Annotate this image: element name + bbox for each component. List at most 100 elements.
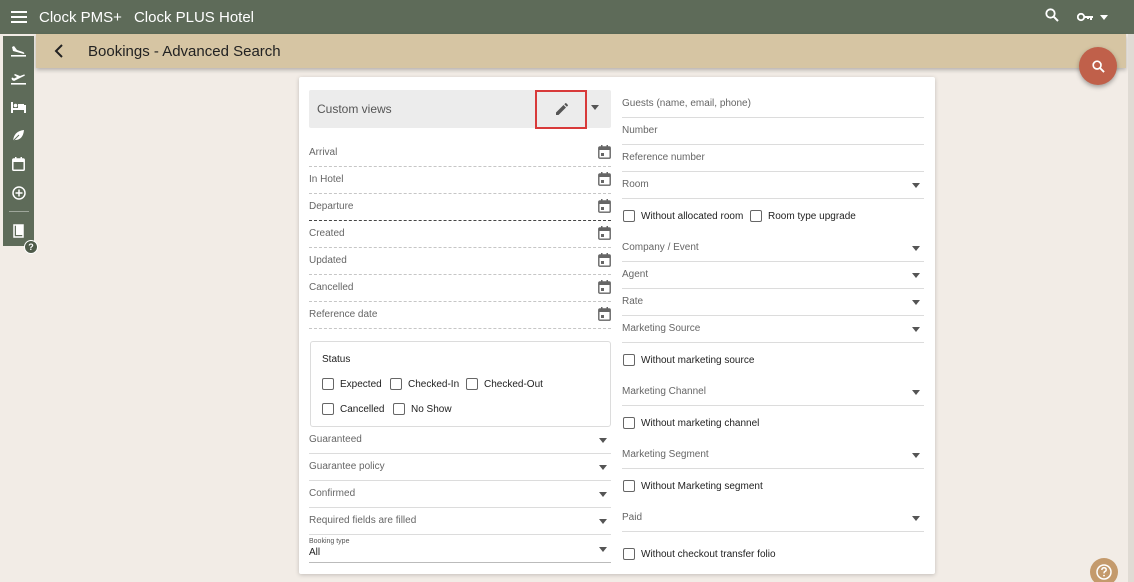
booking-type-select[interactable]: Booking type All [309,535,611,563]
help-button[interactable] [1090,558,1118,582]
chevron-down-icon [912,246,920,251]
calendar-icon[interactable] [598,307,611,321]
guarantee-policy-label: Guarantee policy [309,461,385,472]
confirmed-select[interactable]: Confirmed [309,481,611,508]
nav-new-booking[interactable] [3,179,34,208]
calendar-icon[interactable] [598,145,611,159]
sidebar-help-icon[interactable]: ? [24,240,38,254]
updated-date-field[interactable]: Updated [309,248,611,275]
search-button[interactable] [1045,7,1059,27]
top-app-bar: Clock PMS+ Clock PLUS Hotel [0,0,1134,34]
status-expected-label: Expected [340,378,382,390]
leaf-icon [12,130,24,142]
guests-input[interactable]: Guests (name, email, phone) [622,91,924,118]
status-filter-group: Status Expected Checked-In Checked-Out C… [310,341,611,427]
in-hotel-date-field[interactable]: In Hotel [309,167,611,194]
status-cancelled-checkbox[interactable]: Cancelled [322,403,384,415]
calendar-icon[interactable] [598,226,611,240]
reference-number-input[interactable]: Reference number [622,145,924,172]
checkbox-icon [623,417,635,429]
required-fields-label: Required fields are filled [309,515,417,526]
status-expected-checkbox[interactable]: Expected [322,378,382,390]
checkbox-icon [466,378,478,390]
chevron-down-icon [599,492,607,497]
without-marketing-channel-checkbox[interactable]: Without marketing channel [623,417,759,429]
without-marketing-segment-label: Without Marketing segment [641,480,763,492]
nav-calendar[interactable] [3,150,34,179]
custom-views-select[interactable]: Custom views [309,90,611,129]
arrival-date-field[interactable]: Arrival [309,140,611,167]
without-marketing-source-checkbox[interactable]: Without marketing source [623,354,754,366]
marketing-channel-label: Marketing Channel [622,386,706,397]
search-icon [1045,7,1059,22]
chevron-left-icon [54,44,63,58]
updated-label: Updated [309,255,347,266]
chevron-down-icon [912,327,920,332]
cancelled-date-field[interactable]: Cancelled [309,275,611,302]
chevron-down-icon [912,273,920,278]
reference-number-label: Reference number [622,152,705,163]
without-allocated-room-checkbox[interactable]: Without allocated room [623,210,743,222]
reference-date-field[interactable]: Reference date [309,302,611,329]
chevron-down-icon [912,183,920,188]
status-checked-out-checkbox[interactable]: Checked-Out [466,378,543,390]
company-event-select[interactable]: Company / Event [622,235,924,262]
add-circle-icon [11,186,26,200]
calendar-icon [12,157,25,172]
paid-select[interactable]: Paid [622,505,924,532]
without-checkout-transfer-folio-label: Without checkout transfer folio [641,548,776,560]
agent-select[interactable]: Agent [622,262,924,289]
required-fields-select[interactable]: Required fields are filled [309,508,611,535]
without-allocated-room-label: Without allocated room [641,210,744,222]
created-label: Created [309,228,345,239]
marketing-channel-select[interactable]: Marketing Channel [622,379,924,406]
confirmed-label: Confirmed [309,488,356,499]
search-icon [1091,59,1105,73]
guaranteed-select[interactable]: Guaranteed [309,427,611,454]
checkbox-icon [623,354,635,366]
menu-icon [11,11,27,23]
search-fab-button[interactable] [1079,47,1117,85]
nav-spa[interactable] [3,122,34,151]
account-menu-button[interactable] [1077,12,1108,22]
chevron-down-icon [912,453,920,458]
room-type-upgrade-label: Room type upgrade [768,210,856,222]
nav-rooms[interactable] [3,93,34,122]
status-checked-in-checkbox[interactable]: Checked-In [390,378,459,390]
without-marketing-channel-label: Without marketing channel [641,417,760,429]
checkbox-icon [623,210,635,222]
checkbox-icon [322,403,334,415]
departure-date-field[interactable]: Departure [309,194,611,221]
chevron-down-icon [599,519,607,524]
calendar-icon[interactable] [598,199,611,213]
calendar-icon[interactable] [598,253,611,267]
status-no-show-checkbox[interactable]: No Show [393,403,452,415]
number-input[interactable]: Number [622,118,924,145]
marketing-segment-select[interactable]: Marketing Segment [622,442,924,469]
status-title: Status [322,354,351,365]
room-select[interactable]: Room [622,172,924,199]
page-scrollbar[interactable] [1128,34,1134,582]
checkbox-icon [623,480,635,492]
calendar-icon[interactable] [598,172,611,186]
chevron-down-icon[interactable] [591,105,599,110]
created-date-field[interactable]: Created [309,221,611,248]
menu-button[interactable] [0,0,38,34]
nav-departures[interactable] [3,65,34,94]
guarantee-policy-select[interactable]: Guarantee policy [309,454,611,481]
edit-custom-views-button[interactable] [535,90,587,129]
marketing-source-select[interactable]: Marketing Source [622,316,924,343]
hotel-name: Clock PLUS Hotel [133,8,254,26]
pencil-icon [555,103,568,115]
app-name: Clock PMS+ [39,8,122,26]
side-navigation [3,36,34,246]
rate-select[interactable]: Rate [622,289,924,316]
checkbox-icon [750,210,762,222]
nav-arrivals[interactable] [3,36,34,65]
room-type-upgrade-checkbox[interactable]: Room type upgrade [750,210,856,222]
without-marketing-segment-checkbox[interactable]: Without Marketing segment [623,480,763,492]
without-checkout-transfer-folio-checkbox[interactable]: Without checkout transfer folio [623,548,776,560]
calendar-icon[interactable] [598,280,611,294]
back-button[interactable] [38,34,78,68]
chevron-down-icon [599,438,607,443]
